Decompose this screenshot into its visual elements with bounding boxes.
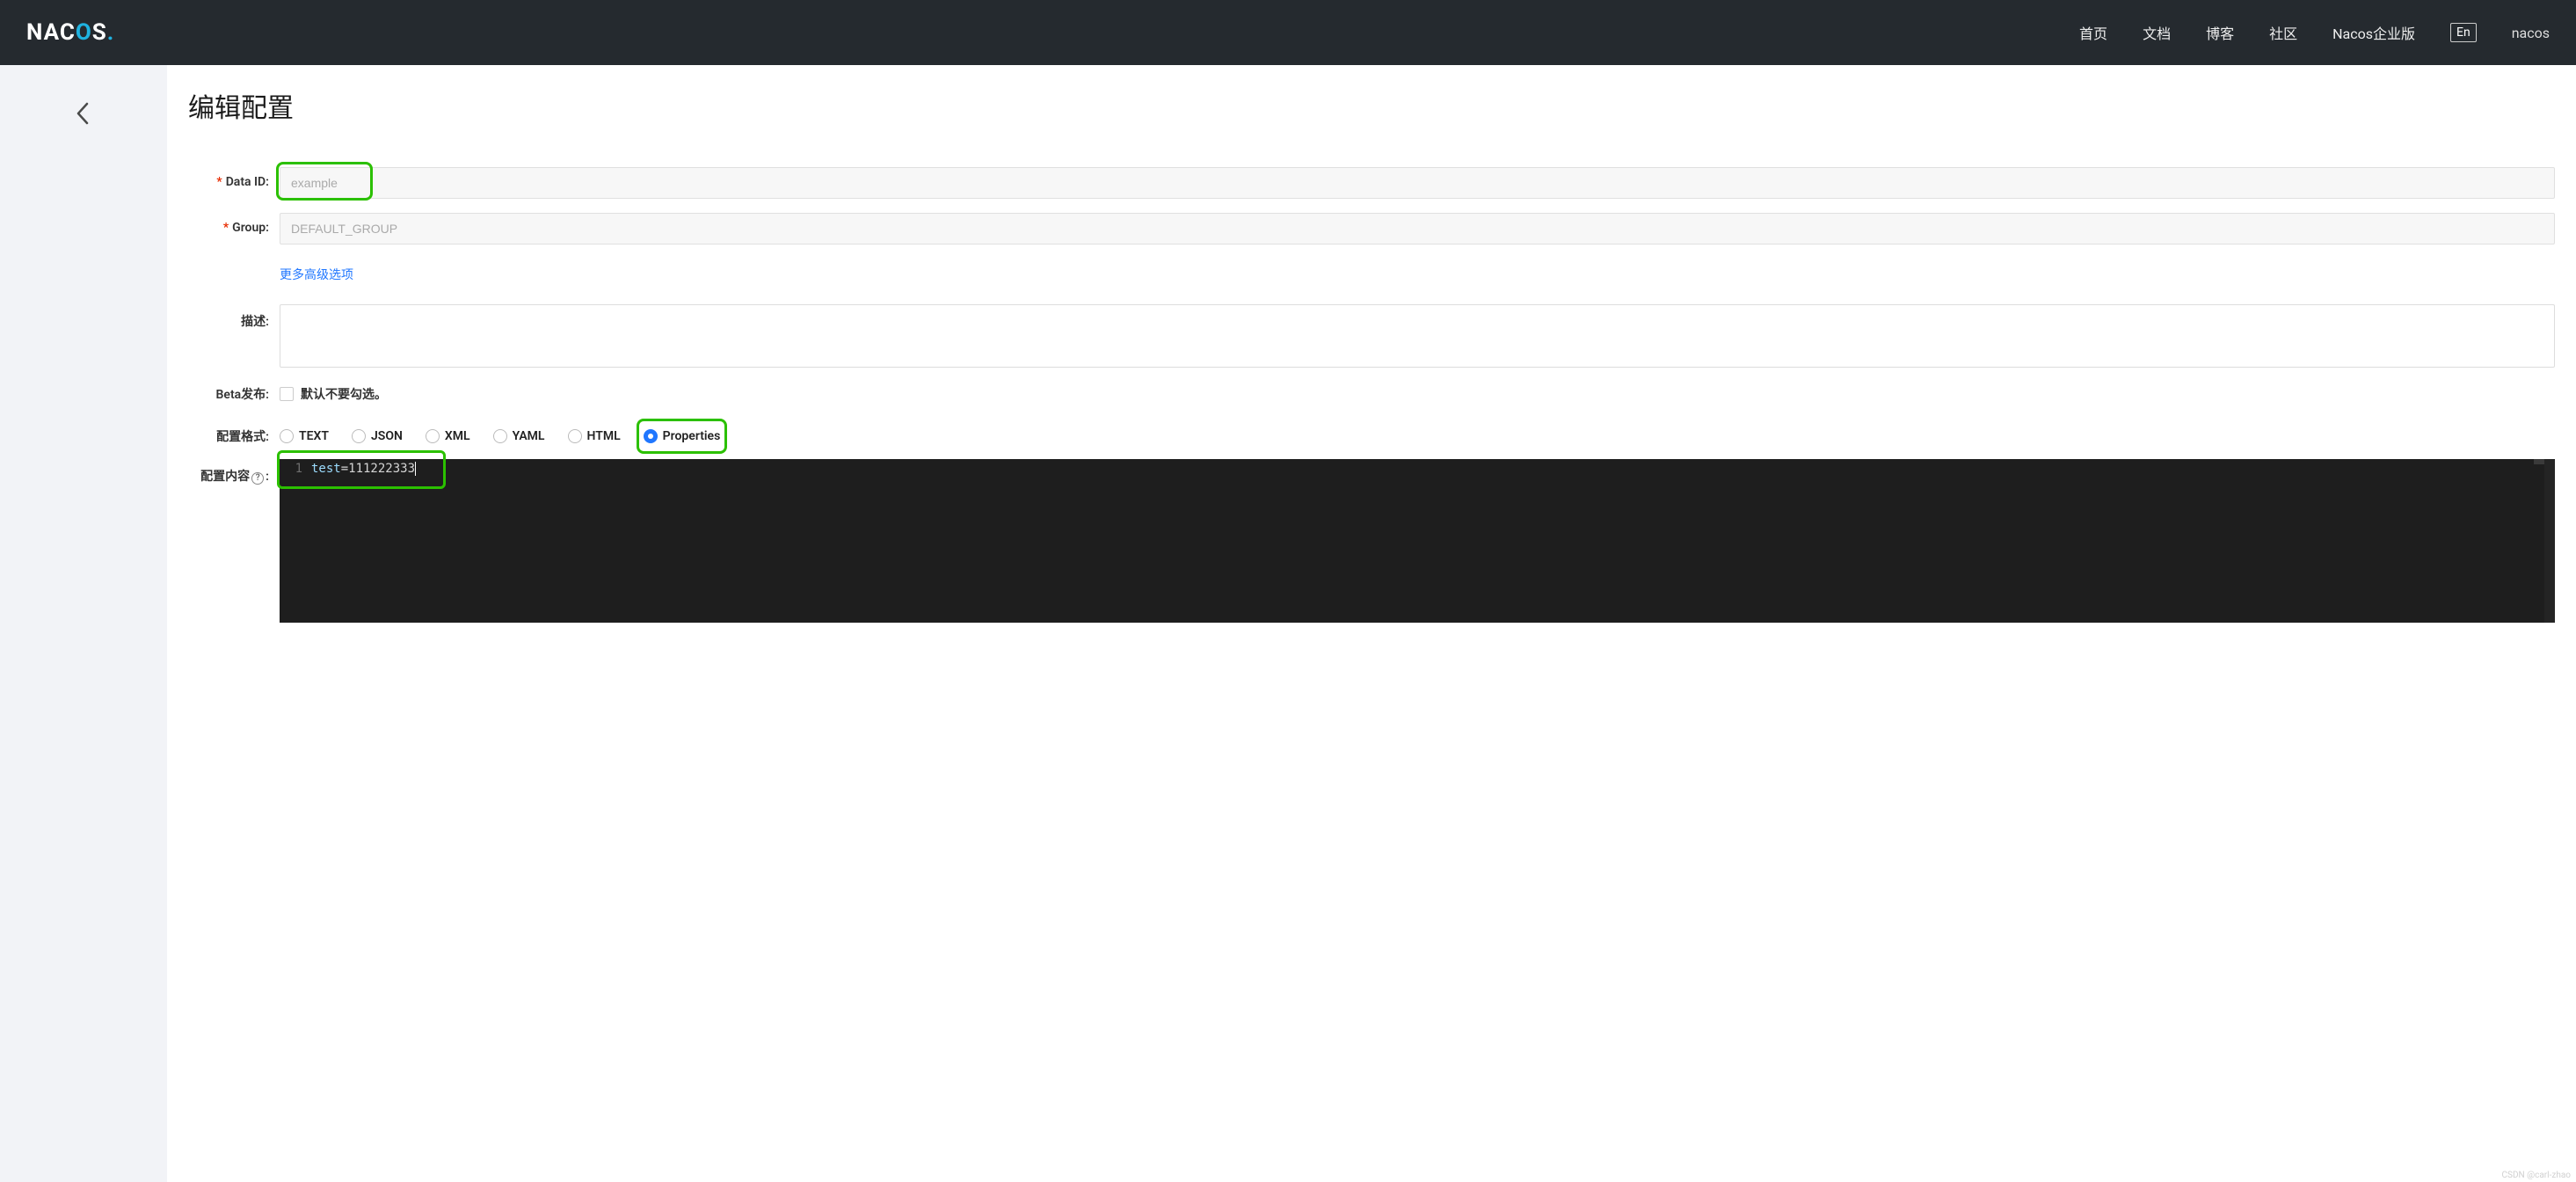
- nav-items: 首页 文档 博客 社区 Nacos企业版 En nacos: [2079, 22, 2550, 43]
- row-content: 配置内容?: 1 test=111222333: [188, 459, 2555, 623]
- radio-json[interactable]: JSON: [352, 429, 403, 443]
- beta-checkbox[interactable]: [280, 387, 294, 401]
- row-description: 描述:: [188, 304, 2555, 371]
- code-cursor-icon: [415, 462, 416, 476]
- row-beta: Beta发布: 默认不要勾选。: [188, 385, 2555, 403]
- lang-button[interactable]: En: [2450, 23, 2477, 42]
- logo-text-post: S: [92, 19, 107, 46]
- page-title: 编辑配置: [188, 86, 2555, 125]
- logo-text-pre: NAC: [26, 19, 76, 46]
- row-format: 配置格式: TEXT JSON XML YAML HTML Properties: [188, 427, 2555, 445]
- nav-blog[interactable]: 博客: [2206, 22, 2234, 43]
- label-description: 描述:: [188, 304, 280, 330]
- radio-html[interactable]: HTML: [568, 429, 621, 443]
- radio-text[interactable]: TEXT: [280, 429, 329, 443]
- radio-circle-icon: [568, 429, 582, 443]
- description-textarea[interactable]: [280, 304, 2555, 368]
- radio-label: YAML: [513, 429, 545, 443]
- radio-label: JSON: [371, 429, 403, 443]
- nav-community[interactable]: 社区: [2269, 22, 2297, 43]
- nav-enterprise[interactable]: Nacos企业版: [2332, 22, 2415, 43]
- code-minimap: [2534, 459, 2544, 464]
- required-star-icon: *: [216, 175, 222, 189]
- radio-label: TEXT: [299, 429, 329, 443]
- nav-home[interactable]: 首页: [2079, 22, 2107, 43]
- label-format: 配置格式:: [188, 427, 280, 445]
- required-star-icon: *: [223, 221, 229, 235]
- radio-yaml[interactable]: YAML: [493, 429, 545, 443]
- main-content: 编辑配置 *Data ID: *Group: 更: [167, 65, 2576, 1182]
- label-beta: Beta发布:: [188, 385, 280, 403]
- radio-properties[interactable]: Properties: [644, 429, 721, 443]
- back-icon[interactable]: [75, 98, 92, 1182]
- radio-label: HTML: [587, 429, 621, 443]
- help-icon[interactable]: ?: [251, 472, 264, 485]
- row-data-id: *Data ID:: [188, 167, 2555, 199]
- radio-circle-icon: [644, 429, 658, 443]
- row-more-options: 更多高级选项: [188, 259, 2555, 283]
- user-name[interactable]: nacos: [2512, 25, 2550, 41]
- logo-text-mid: O: [76, 19, 92, 46]
- radio-circle-icon: [426, 429, 440, 443]
- radio-circle-icon: [280, 429, 294, 443]
- row-group: *Group:: [188, 213, 2555, 244]
- beta-checkbox-label: 默认不要勾选。: [301, 385, 387, 403]
- watermark: CSDN @carl-zhao: [2502, 1171, 2571, 1180]
- code-editor[interactable]: 1 test=111222333: [280, 459, 2555, 623]
- group-input[interactable]: [280, 213, 2555, 244]
- radio-label: Properties: [663, 429, 721, 443]
- label-group: *Group:: [188, 213, 280, 235]
- logo-dot: .: [107, 19, 115, 46]
- code-rest: =111222333: [341, 462, 415, 476]
- radio-circle-icon: [493, 429, 507, 443]
- label-data-id: *Data ID:: [188, 167, 280, 189]
- radio-xml[interactable]: XML: [426, 429, 470, 443]
- code-key: test: [311, 462, 341, 476]
- format-radio-group: TEXT JSON XML YAML HTML Properties: [280, 429, 2555, 443]
- sidebar: [0, 65, 167, 1182]
- radio-circle-icon: [352, 429, 366, 443]
- data-id-input[interactable]: [280, 167, 2555, 199]
- top-header: NACOS. 首页 文档 博客 社区 Nacos企业版 En nacos: [0, 0, 2576, 65]
- code-line: 1 test=111222333: [280, 459, 2555, 477]
- line-number: 1: [280, 462, 311, 476]
- label-content: 配置内容?:: [188, 459, 280, 485]
- more-options-link[interactable]: 更多高级选项: [280, 266, 353, 283]
- logo[interactable]: NACOS.: [26, 19, 114, 46]
- code-scrollbar[interactable]: [2544, 459, 2555, 623]
- radio-label: XML: [445, 429, 470, 443]
- nav-docs[interactable]: 文档: [2143, 22, 2171, 43]
